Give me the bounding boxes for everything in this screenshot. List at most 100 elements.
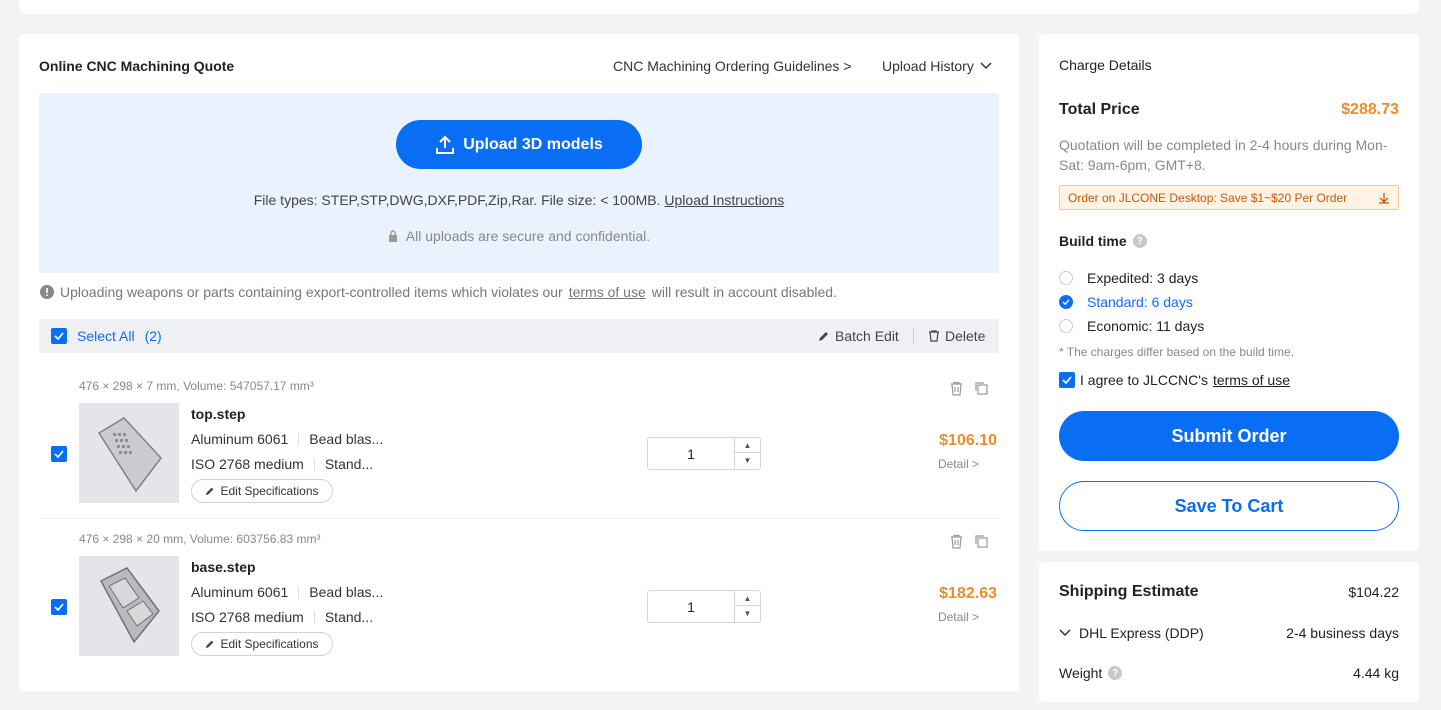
submit-order-button[interactable]: Submit Order xyxy=(1059,411,1399,461)
quotation-note: Quotation will be completed in 2-4 hours… xyxy=(1059,137,1388,173)
batch-edit-label: Batch Edit xyxy=(835,328,899,344)
shipping-method-dropdown[interactable]: DHL Express (DDP) xyxy=(1059,625,1204,641)
charge-details-title: Charge Details xyxy=(1059,57,1152,73)
decrement-button[interactable]: ▼ xyxy=(735,453,760,468)
top-panel xyxy=(19,0,1419,14)
shipping-days: 2-4 business days xyxy=(1286,625,1399,641)
quantity-stepper[interactable]: 1 ▲ ▼ xyxy=(647,437,761,470)
total-price-value: $288.73 xyxy=(1341,101,1399,118)
chevron-down-icon: ▼ xyxy=(743,609,752,618)
surface-finish: Bead blas... xyxy=(309,584,384,600)
part-filename: top.step xyxy=(191,406,246,422)
quantity-value[interactable]: 1 xyxy=(648,446,734,462)
trash-icon[interactable] xyxy=(949,534,964,549)
file-types-text: File types: STEP,STP,DWG,DXF,PDF,Zip,Rar… xyxy=(253,192,661,208)
quantity-value[interactable]: 1 xyxy=(648,599,734,615)
chevron-down-icon: ▼ xyxy=(743,456,752,465)
terms-of-use-link[interactable]: terms of use xyxy=(1213,372,1290,388)
batch-edit-button[interactable]: Batch Edit xyxy=(818,328,899,344)
chevron-up-icon: ▲ xyxy=(743,593,752,603)
copy-icon[interactable] xyxy=(974,381,989,396)
copy-icon[interactable] xyxy=(974,534,989,549)
build-time-heading: Build time ? xyxy=(1059,233,1147,249)
divider xyxy=(313,610,315,624)
spec-extra: Stand... xyxy=(324,609,374,625)
quantity-stepper[interactable]: 1 ▲ ▼ xyxy=(647,590,761,623)
trash-icon xyxy=(929,330,939,342)
lock-icon xyxy=(388,230,397,242)
select-all-label: Select All xyxy=(77,328,135,344)
warning-terms-link[interactable]: terms of use xyxy=(569,284,646,300)
increment-button[interactable]: ▲ xyxy=(735,591,760,606)
radio-button[interactable] xyxy=(1059,319,1073,333)
shipping-cost: $104.22 xyxy=(1348,584,1399,600)
pencil-icon xyxy=(819,332,828,341)
build-option-expedited[interactable]: Expedited: 3 days xyxy=(1059,270,1198,286)
promo-text: Order on JLCONE Desktop: Save $1~$20 Per… xyxy=(1068,190,1348,205)
chevron-up-icon: ▲ xyxy=(743,440,752,450)
chevron-down-icon xyxy=(980,62,992,70)
base-model-image xyxy=(99,567,160,644)
upload-3d-models-button[interactable]: Upload 3D models xyxy=(396,120,642,169)
upload-instructions-link[interactable]: Upload Instructions xyxy=(664,192,784,208)
part-dimensions: 476 × 298 × 7 mm, Volume: 547057.17 mm³ xyxy=(79,379,314,393)
upload-history-dropdown[interactable]: Upload History xyxy=(882,58,992,74)
edit-specifications-button[interactable]: Edit Specifications xyxy=(191,632,333,656)
radio-button-selected[interactable] xyxy=(1059,295,1073,309)
total-price-label: Total Price xyxy=(1059,101,1140,118)
part-thumbnail[interactable] xyxy=(79,556,179,656)
build-time-label: Build time xyxy=(1059,233,1127,249)
part-item: 476 × 298 × 7 mm, Volume: 547057.17 mm³ … xyxy=(39,369,999,519)
trash-icon[interactable] xyxy=(949,381,964,396)
price-detail-link[interactable]: Detail > xyxy=(938,610,979,624)
tolerance: ISO 2768 medium xyxy=(191,609,304,625)
help-icon[interactable]: ? xyxy=(1108,666,1123,680)
build-option-standard[interactable]: Standard: 6 days xyxy=(1059,294,1193,310)
terms-agreement[interactable]: I agree to JLCCNC's terms of use xyxy=(1059,372,1290,388)
item-price: $182.63 xyxy=(939,585,997,602)
pencil-icon xyxy=(206,487,214,496)
edit-specifications-button[interactable]: Edit Specifications xyxy=(191,479,333,503)
upload-history-label: Upload History xyxy=(882,58,974,74)
divider xyxy=(298,432,300,446)
material: Aluminum 6061 xyxy=(191,584,289,600)
guidelines-link[interactable]: CNC Machining Ordering Guidelines > xyxy=(613,58,852,74)
secure-note: All uploads are secure and confidential. xyxy=(39,228,999,244)
material: Aluminum 6061 xyxy=(191,431,289,447)
delete-button[interactable]: Delete xyxy=(928,328,985,344)
help-icon[interactable]: ? xyxy=(1132,234,1147,248)
part-filename: base.step xyxy=(191,559,256,575)
weight-row: Weight ? xyxy=(1059,665,1123,681)
surface-finish: Bead blas... xyxy=(309,431,384,447)
agree-checkbox[interactable] xyxy=(1059,372,1075,388)
divider xyxy=(298,585,300,599)
build-option-label: Economic: 11 days xyxy=(1087,318,1205,334)
build-option-economic[interactable]: Economic: 11 days xyxy=(1059,318,1204,334)
select-count: (2) xyxy=(144,328,162,344)
warning-icon xyxy=(40,285,54,299)
increment-button[interactable]: ▲ xyxy=(735,438,760,453)
shipping-method: DHL Express (DDP) xyxy=(1079,625,1204,641)
desktop-promo-banner[interactable]: Order on JLCONE Desktop: Save $1~$20 Per… xyxy=(1059,185,1399,210)
agree-text: I agree to JLCCNC's xyxy=(1080,372,1208,388)
plate-model-image xyxy=(97,417,162,493)
select-all-control[interactable]: Select All (2) xyxy=(51,328,162,344)
item-checkbox[interactable] xyxy=(51,599,67,615)
save-to-cart-button[interactable]: Save To Cart xyxy=(1059,481,1399,531)
upload-dropzone[interactable]: Upload 3D models File types: STEP,STP,DW… xyxy=(39,93,999,273)
decrement-button[interactable]: ▼ xyxy=(735,606,760,621)
radio-button[interactable] xyxy=(1059,271,1073,285)
divider xyxy=(313,457,315,471)
chevron-down-icon xyxy=(1059,629,1071,637)
part-thumbnail[interactable] xyxy=(79,403,179,503)
quote-panel: Online CNC Machining Quote CNC Machining… xyxy=(19,34,1019,691)
item-actions xyxy=(949,534,989,549)
select-all-checkbox[interactable] xyxy=(51,328,67,344)
check-icon xyxy=(54,332,64,340)
warning-text-before: Uploading weapons or parts containing ex… xyxy=(60,284,563,300)
item-checkbox[interactable] xyxy=(51,446,67,462)
shipping-title: Shipping Estimate xyxy=(1059,583,1199,600)
check-icon xyxy=(1062,376,1072,384)
spec-row-material: Aluminum 6061 Bead blas... xyxy=(191,584,383,600)
price-detail-link[interactable]: Detail > xyxy=(938,457,979,471)
